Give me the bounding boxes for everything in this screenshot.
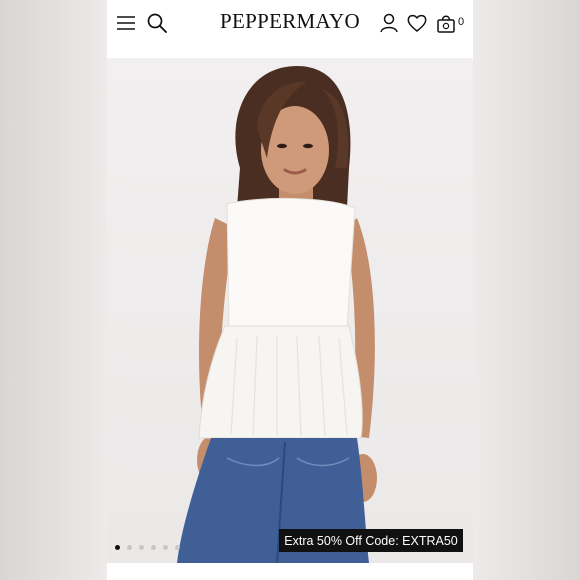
backdrop-right xyxy=(473,0,580,580)
carousel-dot[interactable] xyxy=(163,545,168,550)
carousel-dot[interactable] xyxy=(151,545,156,550)
hamburger-menu-icon[interactable] xyxy=(115,12,137,34)
search-icon[interactable] xyxy=(146,12,168,34)
bag-count-badge: 0 xyxy=(458,16,465,28)
carousel-dot[interactable] xyxy=(115,545,120,550)
mobile-page: PEPPERMAYO 0 Extra 50% Off Code: EXTRA50 xyxy=(107,0,473,580)
brand-logo[interactable]: PEPPERMAYO xyxy=(217,9,363,34)
page-bottom xyxy=(107,563,473,580)
site-header: PEPPERMAYO 0 xyxy=(107,0,473,50)
image-carousel-dots xyxy=(115,545,180,550)
shopping-bag-icon[interactable] xyxy=(435,12,457,34)
promo-code-banner: Extra 50% Off Code: EXTRA50 xyxy=(279,529,463,552)
heart-icon[interactable] xyxy=(406,12,428,34)
backdrop-left xyxy=(0,0,107,580)
carousel-dot[interactable] xyxy=(175,545,180,550)
model-photo-illustration xyxy=(177,66,377,563)
product-image[interactable]: Extra 50% Off Code: EXTRA50 xyxy=(107,58,473,563)
carousel-dot[interactable] xyxy=(139,545,144,550)
user-icon[interactable] xyxy=(378,12,400,34)
carousel-dot[interactable] xyxy=(127,545,132,550)
